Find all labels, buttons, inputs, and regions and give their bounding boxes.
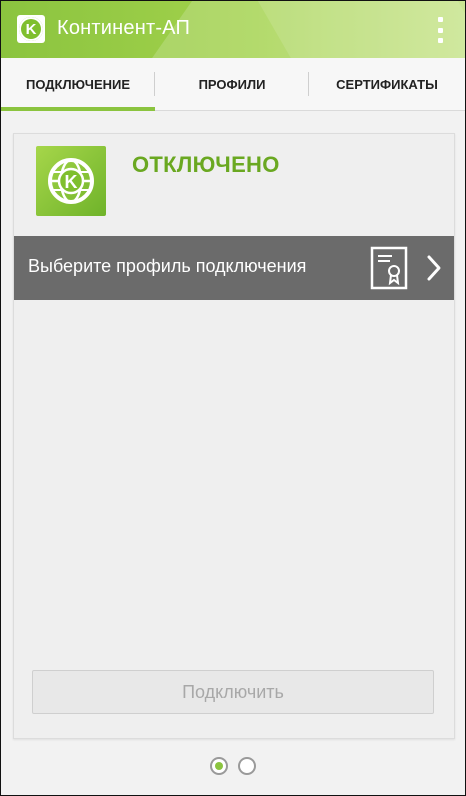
- app-window: K Континент-АП ПОДКЛЮЧЕНИЕ ПРОФИЛИ СЕРТИ…: [0, 0, 466, 796]
- page-dot-fill: [215, 762, 223, 770]
- continent-logo-letter: K: [65, 172, 78, 192]
- continent-logo-icon: K: [36, 146, 106, 216]
- tab-label: СЕРТИФИКАТЫ: [336, 76, 438, 92]
- app-title: Континент-АП: [57, 17, 191, 39]
- profile-select-row[interactable]: Выберите профиль подключения: [14, 236, 454, 300]
- page-indicator: [1, 757, 465, 779]
- tab-bar: ПОДКЛЮЧЕНИЕ ПРОФИЛИ СЕРТИФИКАТЫ: [1, 58, 465, 111]
- tab-active-indicator: [1, 107, 155, 111]
- tab-connection[interactable]: ПОДКЛЮЧЕНИЕ: [1, 58, 155, 111]
- certificate-icon: [370, 246, 408, 290]
- menu-dot: [437, 38, 443, 43]
- tab-profiles[interactable]: ПРОФИЛИ: [155, 58, 309, 110]
- connect-button[interactable]: Подключить: [32, 670, 434, 714]
- app-logo-letter: K: [19, 17, 43, 41]
- profile-select-label: Выберите профиль подключения: [28, 256, 307, 276]
- app-bar: K Континент-АП: [1, 1, 465, 58]
- menu-dot: [437, 27, 443, 33]
- connection-card: K ОТКЛЮЧЕНО Выберите профиль подключения: [13, 133, 455, 739]
- menu-dot: [437, 17, 443, 22]
- page-dot-1[interactable]: [210, 757, 228, 775]
- tab-label: ПРОФИЛИ: [198, 76, 266, 92]
- tab-label: ПОДКЛЮЧЕНИЕ: [25, 76, 131, 92]
- connection-status: ОТКЛЮЧЕНО: [132, 152, 280, 177]
- page-dot-2[interactable]: [238, 757, 256, 775]
- overflow-menu-icon[interactable]: [435, 17, 445, 43]
- tab-certificates[interactable]: СЕРТИФИКАТЫ: [309, 58, 465, 110]
- app-logo-icon: K: [17, 15, 45, 43]
- chevron-right-icon: [426, 254, 442, 282]
